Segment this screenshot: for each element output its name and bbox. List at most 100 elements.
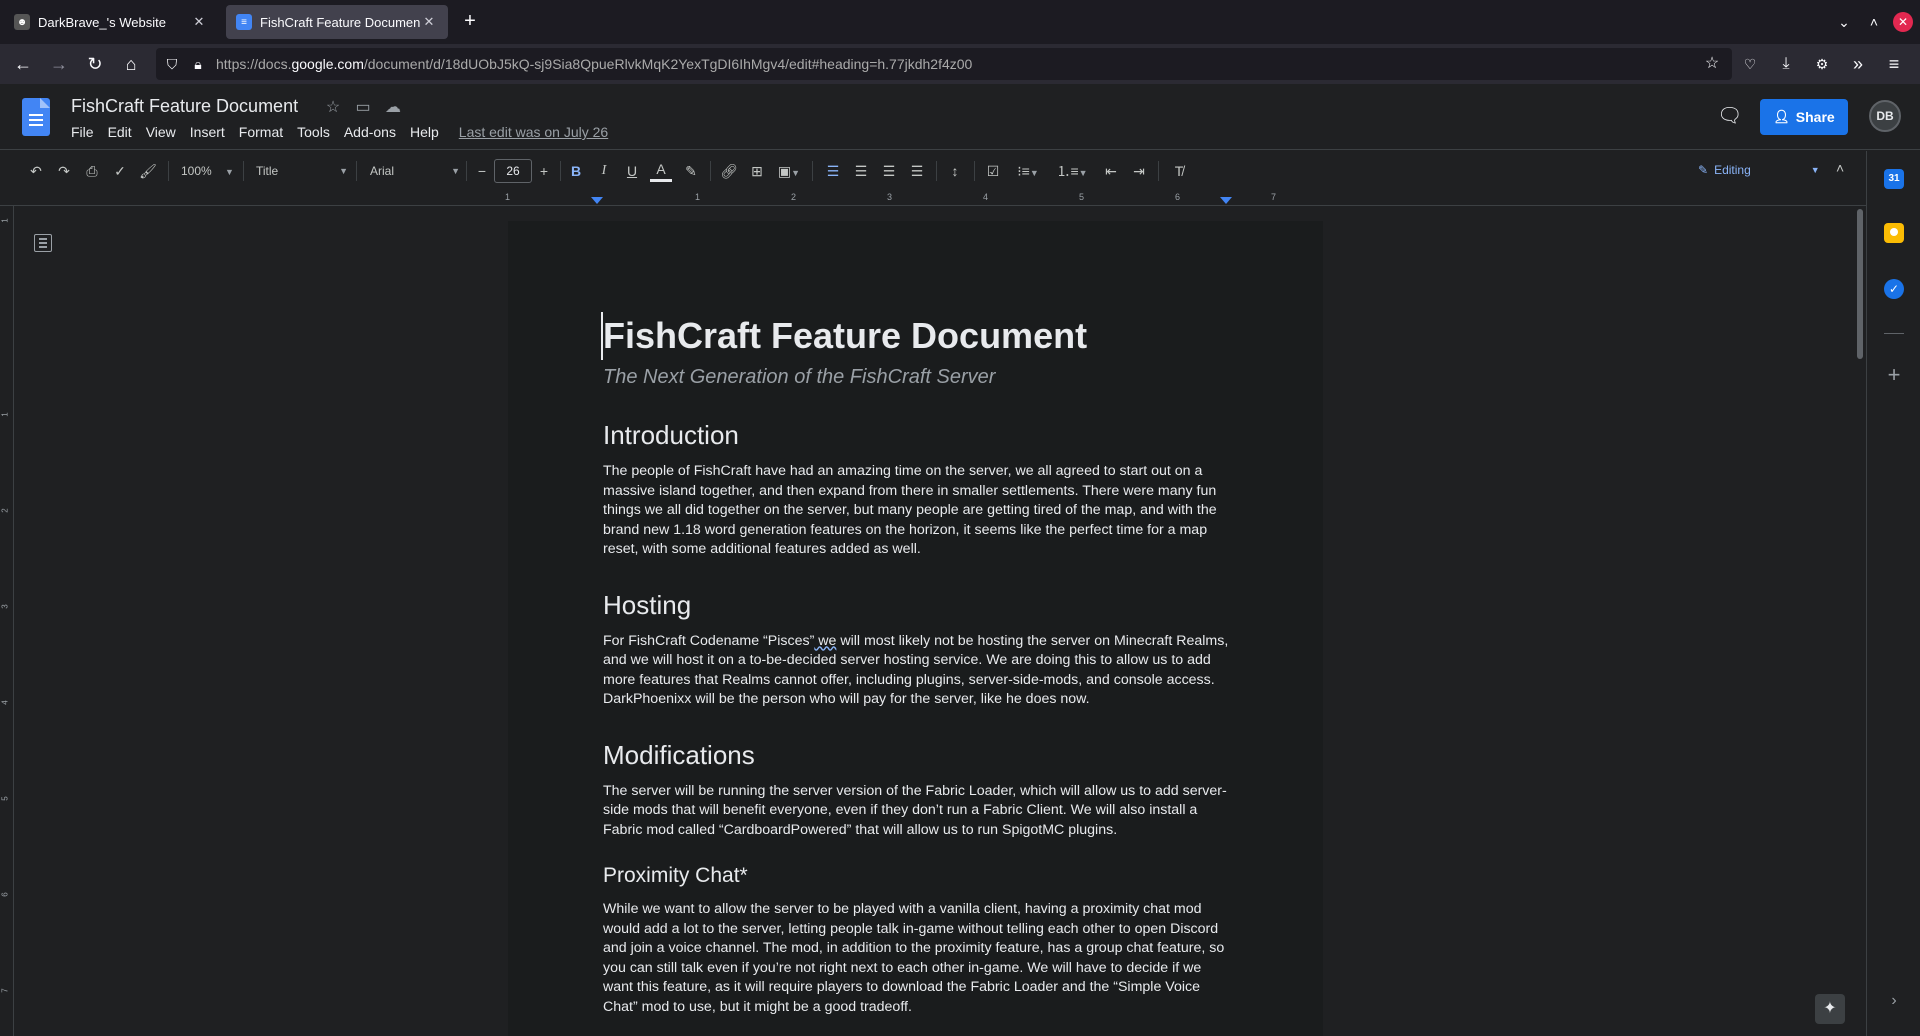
align-center-icon[interactable]: ☰ xyxy=(850,160,872,182)
document-outline-icon[interactable] xyxy=(34,234,52,252)
vertical-ruler: 1 1 2 3 4 5 6 7 xyxy=(0,206,14,1036)
lock-icon[interactable]: 🔒︎ xyxy=(186,52,210,76)
underline-button[interactable]: U xyxy=(622,160,642,182)
document-body[interactable]: FishCraft Feature Document The Next Gene… xyxy=(601,312,1233,1017)
menu-edit[interactable]: Edit xyxy=(108,124,132,140)
doc-subtitle[interactable]: The Next Generation of the FishCraft Ser… xyxy=(603,364,1233,390)
undo-icon[interactable]: ↶ xyxy=(26,160,46,182)
horizontal-ruler[interactable]: 1 1 2 3 4 5 6 7 xyxy=(0,189,1866,206)
menu-view[interactable]: View xyxy=(146,124,176,140)
pocket-icon[interactable]: ♡ xyxy=(1738,52,1762,76)
browser-tab-bar: ☻ DarkBrave_'s Website ✕ ≡ FishCraft Fea… xyxy=(0,0,1920,44)
move-folder-icon[interactable]: ▭ xyxy=(353,98,373,118)
text-color-button[interactable]: A xyxy=(650,160,672,182)
insert-image-icon[interactable]: ▣▼ xyxy=(774,160,804,182)
scroll-thumb[interactable] xyxy=(1857,209,1863,359)
side-panel: 31 ✓ + › xyxy=(1866,151,1920,1036)
back-icon[interactable]: ← xyxy=(11,52,35,76)
align-right-icon[interactable]: ☰ xyxy=(878,160,900,182)
menu-insert[interactable]: Insert xyxy=(190,124,225,140)
introduction-paragraph[interactable]: The people of FishCraft have had an amaz… xyxy=(603,462,1233,560)
explore-icon[interactable]: ✦ xyxy=(1815,994,1845,1024)
downloads-icon[interactable]: ⤓ xyxy=(1774,52,1798,76)
calendar-icon[interactable]: 31 xyxy=(1884,169,1904,189)
hosting-heading[interactable]: Hosting xyxy=(603,588,1233,622)
list-tabs-icon[interactable]: ⌄ xyxy=(1833,11,1855,33)
left-indent-marker[interactable] xyxy=(591,197,603,204)
redo-icon[interactable]: ↷ xyxy=(54,160,74,182)
style-select[interactable]: Title ▼ xyxy=(256,160,348,182)
bulleted-list-icon[interactable]: ⁝≡▼ xyxy=(1010,160,1046,182)
font-size-input[interactable]: 26 xyxy=(494,159,532,183)
spelling-suggestion[interactable]: we xyxy=(814,633,836,649)
tab-fishcraft-document[interactable]: ≡ FishCraft Feature Document ✕ xyxy=(226,5,448,39)
italic-button[interactable]: I xyxy=(594,160,614,182)
modifications-paragraph[interactable]: The server will be running the server ve… xyxy=(603,782,1233,841)
extension-icon[interactable]: ⚙ xyxy=(1810,52,1834,76)
share-button[interactable]: 👤︎ Share xyxy=(1760,99,1848,135)
overflow-menu-icon[interactable]: » xyxy=(1846,52,1870,76)
close-tab-icon[interactable]: ✕ xyxy=(420,14,438,30)
keep-icon[interactable] xyxy=(1884,223,1904,243)
menu-addons[interactable]: Add-ons xyxy=(344,124,396,140)
close-window-icon[interactable]: ✕ xyxy=(1893,12,1913,32)
checklist-icon[interactable]: ☑ xyxy=(982,160,1004,182)
paint-format-icon[interactable]: 🖌︎ xyxy=(138,160,158,182)
cloud-saved-icon[interactable]: ☁ xyxy=(383,98,403,118)
tab-title: FishCraft Feature Document xyxy=(260,14,420,30)
introduction-heading[interactable]: Introduction xyxy=(603,418,1233,452)
shield-icon[interactable]: ⛉ xyxy=(160,52,184,76)
proximity-chat-paragraph[interactable]: While we want to allow the server to be … xyxy=(603,900,1233,1017)
forward-icon[interactable]: → xyxy=(47,52,71,76)
show-side-panel-icon[interactable]: › xyxy=(1884,991,1904,1011)
modifications-heading[interactable]: Modifications xyxy=(603,738,1233,772)
close-tab-icon[interactable]: ✕ xyxy=(190,14,208,30)
zoom-select[interactable]: 100% ▼ xyxy=(181,160,237,182)
font-select[interactable]: Arial ▼ xyxy=(370,160,460,182)
spellcheck-icon[interactable]: ✓ xyxy=(110,160,130,182)
decrease-font-size-button[interactable]: − xyxy=(474,160,490,182)
proximity-chat-heading[interactable]: Proximity Chat* xyxy=(603,862,1233,890)
numbered-list-icon[interactable]: ⒈≡▼ xyxy=(1054,160,1090,182)
print-icon[interactable]: ⎙ xyxy=(82,160,102,182)
menu-format[interactable]: Format xyxy=(239,124,283,140)
bold-button[interactable]: B xyxy=(566,160,586,182)
menu-help[interactable]: Help xyxy=(410,124,439,140)
ruler-number: 7 xyxy=(1271,192,1277,202)
editing-mode-select[interactable]: ✎ Editing ▼ xyxy=(1694,156,1824,184)
menu-tools[interactable]: Tools xyxy=(297,124,330,140)
increase-font-size-button[interactable]: + xyxy=(536,160,552,182)
align-justify-icon[interactable]: ☰ xyxy=(906,160,928,182)
doc-title-heading[interactable]: FishCraft Feature Document xyxy=(601,312,1233,360)
align-left-icon[interactable]: ☰ xyxy=(822,160,844,182)
new-tab-button[interactable]: + xyxy=(458,10,482,34)
scrollbar[interactable] xyxy=(1855,207,1866,1036)
url-bar[interactable]: ⛉ 🔒︎ https://docs.google.com/document/d/… xyxy=(156,48,1732,80)
avatar[interactable]: DB xyxy=(1869,100,1901,132)
tab-darkbrave-website[interactable]: ☻ DarkBrave_'s Website ✕ xyxy=(4,5,218,39)
clear-formatting-icon[interactable]: T̸ xyxy=(1168,160,1190,182)
home-icon[interactable]: ⌂ xyxy=(119,52,143,76)
highlight-color-icon[interactable]: ✎ xyxy=(680,160,702,182)
last-edit-link[interactable]: Last edit was on July 26 xyxy=(459,124,608,140)
document-title[interactable]: FishCraft Feature Document xyxy=(71,96,298,117)
reload-icon[interactable]: ↻ xyxy=(83,52,107,76)
hosting-paragraph[interactable]: For FishCraft Codename “Pisces” we will … xyxy=(603,632,1233,710)
right-indent-marker[interactable] xyxy=(1220,197,1232,204)
line-spacing-icon[interactable]: ↕ xyxy=(944,160,966,182)
tasks-icon[interactable]: ✓ xyxy=(1884,279,1904,299)
hamburger-menu-icon[interactable]: ≡ xyxy=(1882,52,1906,76)
collapse-menus-icon[interactable]: ˄ xyxy=(1836,160,1844,176)
get-addons-icon[interactable]: + xyxy=(1884,364,1904,386)
increase-indent-icon[interactable]: ⇥ xyxy=(1128,160,1150,182)
add-comment-icon[interactable]: ⊞ xyxy=(746,160,768,182)
insert-link-icon[interactable]: 🔗︎ xyxy=(718,160,740,182)
editing-mode-label: Editing xyxy=(1714,163,1751,177)
docs-logo-icon[interactable] xyxy=(22,98,50,136)
decrease-indent-icon[interactable]: ⇤ xyxy=(1100,160,1122,182)
star-icon[interactable]: ☆ xyxy=(323,98,343,118)
comment-history-icon[interactable]: 🗨︎ xyxy=(1717,104,1742,128)
bookmark-star-icon[interactable]: ☆ xyxy=(1700,52,1724,76)
menu-file[interactable]: File xyxy=(71,124,94,140)
maximize-icon[interactable]: ˄ xyxy=(1863,11,1885,33)
